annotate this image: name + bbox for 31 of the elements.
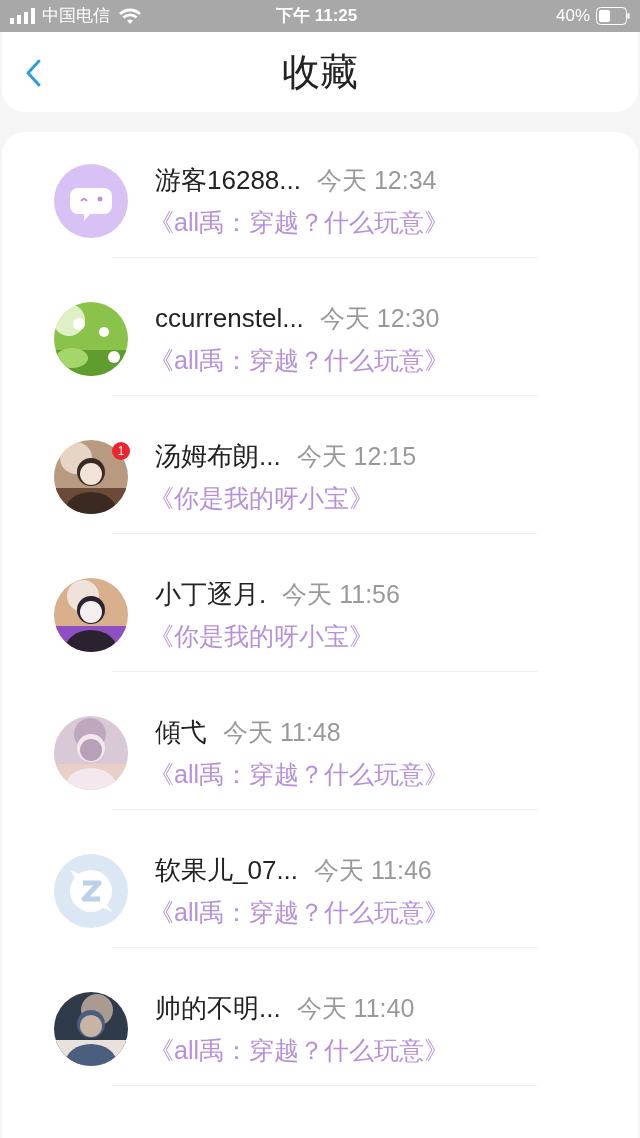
user-name: 游客16288...	[155, 163, 301, 197]
chat-bubble-icon	[54, 164, 128, 238]
story-title-link[interactable]: 《你是我的呀小宝》	[149, 479, 417, 518]
status-time: 下午 11:25	[276, 5, 358, 28]
user-name: 傾弋	[155, 715, 207, 749]
story-title-link[interactable]: 《all禹：穿越？什么玩意》	[149, 893, 449, 932]
battery-percent: 40%	[555, 5, 590, 28]
user-name: 软果儿_07...	[155, 853, 299, 887]
timestamp: 今天 12:30	[319, 302, 440, 334]
carrier-name: 中国电信	[42, 5, 110, 28]
user-name: 汤姆布朗...	[155, 439, 281, 473]
story-title-link[interactable]: 《all禹：穿越？什么玩意》	[149, 341, 449, 380]
timestamp: 今天 12:15	[296, 440, 417, 472]
story-title-link[interactable]: 《all禹：穿越？什么玩意》	[149, 203, 449, 242]
q-logo-icon	[54, 854, 128, 928]
timestamp: 今天 11:46	[314, 854, 432, 886]
timestamp: 今天 11:56	[282, 578, 400, 610]
timestamp: 今天 11:40	[296, 992, 415, 1024]
user-name: ccurrenstel...	[155, 301, 304, 335]
story-title-link[interactable]: 《all禹：穿越？什么玩意》	[149, 1031, 449, 1070]
wifi-icon	[118, 7, 142, 25]
timestamp: 今天 12:34	[317, 164, 437, 196]
story-title-link[interactable]: 《你是我的呀小宝》	[149, 617, 400, 656]
battery-icon	[596, 7, 630, 25]
timestamp: 今天 11:48	[223, 716, 341, 748]
signal-icon	[10, 8, 36, 24]
page-title: 收藏	[282, 48, 358, 96]
user-name: 帅的不明...	[155, 991, 281, 1025]
user-name: 小丁逐月.	[155, 577, 267, 611]
story-title-link[interactable]: 《all禹：穿越？什么玩意》	[149, 755, 449, 794]
unread-badge: 1	[112, 442, 130, 460]
